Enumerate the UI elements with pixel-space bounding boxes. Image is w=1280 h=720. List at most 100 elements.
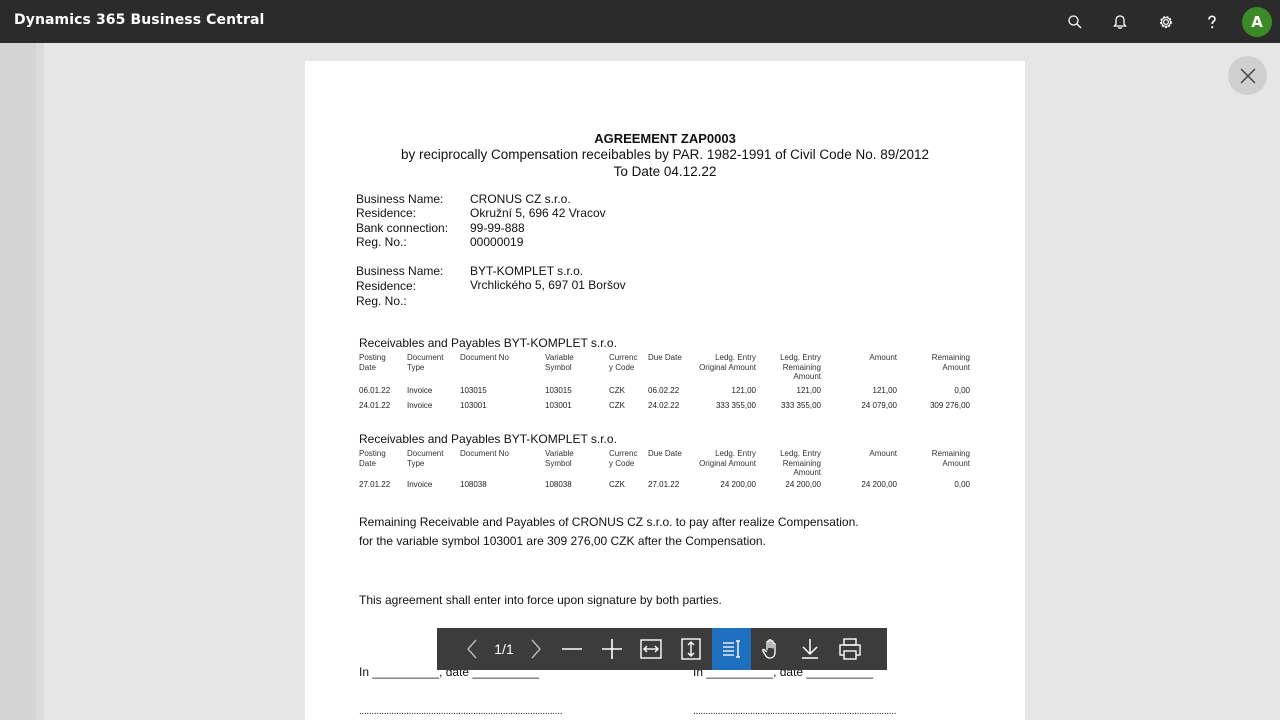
- help-button[interactable]: [1198, 8, 1226, 36]
- column-header-line: Date: [359, 362, 376, 372]
- table-cell-variable-symbol: 103001: [545, 401, 572, 410]
- column-header-line: Amount: [869, 353, 897, 362]
- bell-icon: [1113, 15, 1127, 29]
- column-header-variable-symbol: Variable Symbol: [545, 353, 585, 372]
- column-header-orig-amount: Ledg. Entry Original Amount: [685, 353, 756, 372]
- column-header-document-type: Document Type: [407, 353, 452, 372]
- table-cell-currency-code: CZK: [609, 386, 625, 395]
- page-divider: [36, 43, 44, 720]
- column-header-line: Document No: [460, 449, 509, 458]
- table-cell-currency-code: CZK: [609, 401, 625, 410]
- document-title: AGREEMENT ZAP0003: [594, 131, 736, 146]
- column-header-document-no: Document No: [460, 353, 520, 363]
- chevron-right-icon: [531, 639, 541, 659]
- print-button[interactable]: [832, 628, 868, 670]
- table-cell-posting-date: 27.01.22: [359, 480, 391, 489]
- table-cell-orig-amount: 24 200,00: [720, 480, 756, 489]
- bank-connection-label: Bank connection:: [356, 220, 449, 235]
- table-cell-amount: 24 079,00: [861, 401, 897, 410]
- signature-line-right: ........................................…: [693, 706, 897, 717]
- table-cell-document-no: 103001: [460, 401, 487, 410]
- close-button[interactable]: [1228, 56, 1267, 95]
- column-header-line: Amount: [942, 458, 970, 468]
- column-header-line: Symbol: [545, 458, 572, 468]
- zoom-out-button[interactable]: [554, 628, 590, 670]
- column-header-amount: Amount: [845, 353, 897, 363]
- column-header-line: Remaining: [782, 458, 821, 468]
- previous-page-button[interactable]: [457, 628, 489, 670]
- table-cell-variable-symbol: 108038: [545, 480, 572, 489]
- column-header-line: Remaining: [782, 362, 821, 372]
- section-title: Receivables and Payables BYT-KOMPLET s.r…: [359, 432, 617, 446]
- fit-width-button[interactable]: [633, 628, 669, 670]
- document-date: To Date 04.12.22: [613, 164, 717, 179]
- bank-connection-value: 99-99-888: [470, 220, 525, 235]
- pan-tool-button[interactable]: [753, 628, 789, 670]
- table-cell-document-type: Invoice: [407, 480, 433, 489]
- column-header-line: Posting: [359, 449, 386, 458]
- column-header-line: Ledg. Entry: [780, 353, 821, 362]
- column-header-line: Document No: [460, 353, 509, 362]
- hand-icon: [762, 639, 776, 659]
- column-header-line: Amount: [793, 468, 821, 477]
- remaining-text-line-1: Remaining Receivable and Payables of CRO…: [359, 515, 859, 529]
- next-page-button[interactable]: [519, 628, 551, 670]
- column-header-line: Amount: [793, 372, 821, 381]
- column-header-rem-amount: Ledg. Entry Remaining Amount: [755, 353, 821, 382]
- download-button[interactable]: [792, 628, 828, 670]
- table-cell-orig-amount: 121,00: [731, 386, 756, 395]
- residence-value: Okružní 5, 696 42 Vracov: [470, 206, 606, 221]
- table-cell-rem-amount: 333 355,00: [780, 401, 821, 410]
- column-header-remaining: Remaining Amount: [905, 353, 970, 372]
- column-header-posting-date: Posting Date: [359, 353, 399, 372]
- column-header-currency-code: Currenc y Code: [609, 449, 645, 468]
- fit-page-button[interactable]: [673, 628, 709, 670]
- column-header-currency-code: Currenc y Code: [609, 353, 645, 372]
- column-header-line: Variable: [545, 449, 574, 458]
- column-header-line: Amount: [869, 449, 897, 458]
- search-button[interactable]: [1061, 8, 1089, 36]
- zoom-in-button[interactable]: [594, 628, 630, 670]
- business-name-label: Business Name:: [356, 264, 444, 278]
- text-select-button[interactable]: [712, 628, 751, 670]
- residence-label: Residence:: [356, 279, 417, 294]
- column-header-line: Date: [359, 458, 376, 468]
- reg-no-value: 00000019: [470, 234, 524, 249]
- page-count-text: 1/1: [494, 641, 514, 657]
- table-cell-document-type: Invoice: [407, 386, 433, 395]
- column-header-remaining: Remaining Amount: [905, 449, 970, 468]
- report-page: AGREEMENT ZAP0003 by reciprocally Compen…: [305, 61, 1025, 720]
- table-cell-due-date: 06.02.22: [648, 386, 680, 395]
- app-title[interactable]: Dynamics 365 Business Central: [14, 12, 264, 28]
- table-cell-posting-date: 24.01.22: [359, 401, 391, 410]
- column-header-document-no: Document No: [460, 449, 520, 459]
- column-header-line: Due Date: [648, 353, 682, 362]
- table-cell-orig-amount: 333 355,00: [715, 401, 756, 410]
- column-header-line: Due Date: [648, 449, 682, 458]
- chevron-left-icon: [467, 639, 477, 659]
- close-icon: [1239, 67, 1256, 84]
- column-header-due-date: Due Date: [648, 449, 688, 459]
- column-header-line: Remaining: [931, 353, 970, 362]
- fit-width-icon: [640, 639, 662, 659]
- table-cell-remaining: 309 276,00: [929, 401, 970, 410]
- avatar[interactable]: A: [1242, 7, 1272, 37]
- text-select-icon: [722, 640, 740, 658]
- help-icon: [1208, 15, 1216, 29]
- table-cell-rem-amount: 121,00: [796, 386, 821, 395]
- column-header-line: Currenc: [609, 449, 638, 458]
- fit-page-icon: [681, 638, 701, 660]
- column-header-line: y Code: [609, 362, 635, 372]
- column-header-line: Ledg. Entry: [715, 353, 756, 362]
- table-cell-document-no: 108038: [460, 480, 487, 489]
- business-name-label: Business Name:: [356, 192, 444, 206]
- column-header-line: Amount: [942, 362, 970, 372]
- notifications-button[interactable]: [1106, 8, 1134, 36]
- document-subtitle: by reciprocally Compensation receibables…: [400, 147, 930, 162]
- column-header-orig-amount: Ledg. Entry Original Amount: [685, 449, 756, 468]
- column-header-line: y Code: [609, 458, 635, 468]
- column-header-line: Remaining: [931, 449, 970, 458]
- signature-line-left: ........................................…: [359, 706, 563, 717]
- settings-button[interactable]: [1152, 8, 1180, 36]
- column-header-line: Ledg. Entry: [715, 449, 756, 458]
